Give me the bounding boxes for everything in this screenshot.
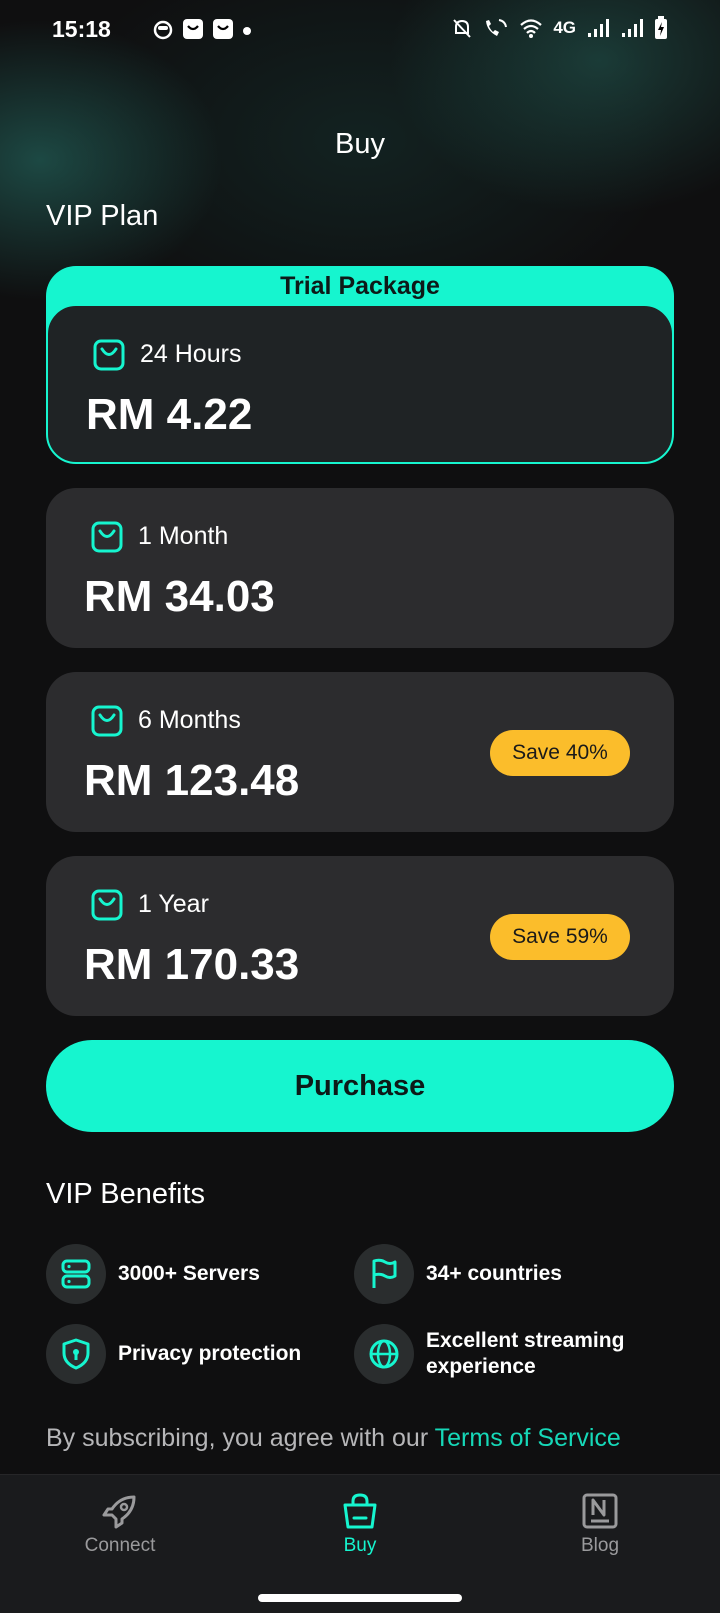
plan-duration: 24 Hours — [140, 340, 242, 368]
globe-icon — [369, 1339, 399, 1369]
terms-of-service-link[interactable]: Terms of Service — [435, 1424, 621, 1452]
server-icon — [61, 1259, 91, 1289]
nav-item-connect[interactable]: Connect — [40, 1491, 200, 1557]
app-notification-icon — [153, 20, 173, 40]
more-notifications-dot — [243, 27, 251, 35]
plan-price: RM 123.48 — [84, 756, 300, 805]
battery-icon — [655, 16, 667, 39]
benefit-icon-wrap — [354, 1324, 414, 1384]
terms-text: By subscribing, you agree with our Terms… — [46, 1424, 621, 1453]
shopping-bag-icon — [91, 521, 123, 553]
plan-duration: 6 Months — [138, 706, 241, 734]
network-type: 4G — [553, 18, 576, 37]
benefit-label: 34+ countries — [426, 1262, 562, 1285]
plan-price: RM 34.03 — [84, 572, 275, 621]
notification-icons — [152, 18, 234, 40]
save-badge: Save 59% — [490, 914, 630, 960]
terms-prefix: By subscribing, you agree with our — [46, 1424, 435, 1452]
status-bar: 15:18 4G — [0, 0, 720, 60]
page-title: Buy — [335, 128, 385, 160]
shopping-bag-icon — [91, 889, 123, 921]
status-time: 15:18 — [52, 16, 111, 42]
nav-label: Connect — [84, 1535, 156, 1556]
home-indicator[interactable] — [258, 1594, 462, 1602]
wifi-icon — [520, 19, 543, 38]
shopping-bag-icon — [93, 339, 125, 371]
plan-card-1-year[interactable]: 1 Year RM 170.33 Save 59% — [46, 856, 674, 1016]
save-badge: Save 40% — [490, 730, 630, 776]
plan-card-1-month[interactable]: 1 Month RM 34.03 — [46, 488, 674, 648]
shopping-bag-notification-icon — [183, 19, 203, 39]
benefit-privacy: Privacy protection — [46, 1324, 301, 1384]
mute-bell-icon — [453, 19, 472, 38]
nav-label: Buy — [343, 1535, 377, 1556]
signal-icon-2 — [622, 19, 643, 37]
benefit-label: 3000+ Servers — [118, 1262, 260, 1285]
nav-item-buy[interactable]: Buy — [280, 1491, 440, 1557]
benefit-label: Privacy protection — [118, 1342, 302, 1365]
benefit-icon-wrap — [46, 1324, 106, 1384]
flag-icon — [372, 1258, 397, 1288]
shield-icon — [62, 1338, 90, 1370]
nav-label: Blog — [580, 1535, 620, 1556]
trial-package-label: Trial Package — [280, 272, 440, 300]
benefit-streaming: Excellent streaming experience — [354, 1324, 656, 1384]
plan-price: RM 170.33 — [84, 940, 300, 989]
plan-duration: 1 Year — [138, 890, 209, 918]
signal-icon — [588, 19, 609, 37]
benefit-icon-wrap — [354, 1244, 414, 1304]
plan-price: RM 4.22 — [86, 390, 253, 439]
bottom-navigation: Connect Buy Blog — [0, 1474, 720, 1613]
vip-benefits-title: VIP Benefits — [46, 1178, 206, 1210]
plan-card-6-months[interactable]: 6 Months RM 123.48 Save 40% — [46, 672, 674, 832]
shopping-bag-icon — [91, 705, 123, 737]
shopping-bag-notification-icon-2 — [213, 19, 233, 39]
plan-card-24-hours[interactable]: 24 Hours RM 4.22 — [46, 304, 674, 464]
rocket-icon — [102, 1495, 136, 1529]
benefit-icon-wrap — [46, 1244, 106, 1304]
system-status-icons: 4G — [451, 16, 668, 40]
nav-item-blog[interactable]: Blog — [520, 1491, 680, 1557]
vip-plan-title: VIP Plan — [46, 200, 159, 232]
purchase-button[interactable]: Purchase — [46, 1040, 674, 1132]
shopping-bag-icon — [343, 1493, 377, 1529]
blog-icon — [582, 1493, 618, 1529]
benefit-servers: 3000+ Servers — [46, 1244, 260, 1304]
plan-duration: 1 Month — [138, 522, 229, 550]
wifi-calling-icon — [486, 19, 508, 36]
benefit-label: Excellent streaming experience — [426, 1329, 625, 1378]
benefit-countries: 34+ countries — [354, 1244, 562, 1304]
